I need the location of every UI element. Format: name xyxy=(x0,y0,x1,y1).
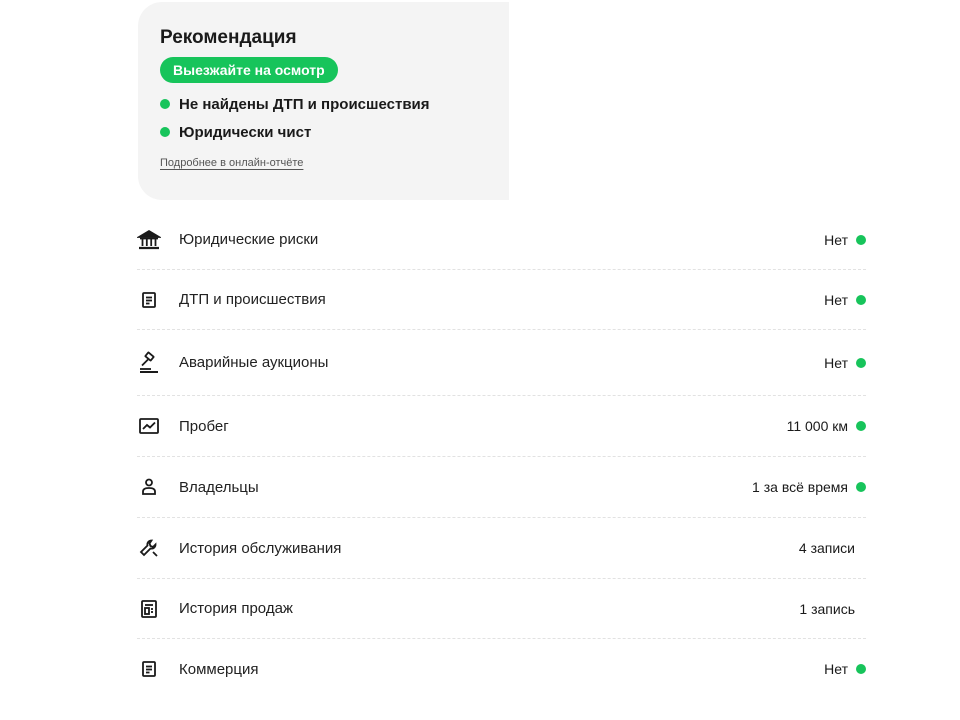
row-value-text: 1 за всё время xyxy=(752,479,848,495)
row-mileage[interactable]: Пробег 11 000 км xyxy=(137,396,866,457)
row-value-text: Нет xyxy=(824,231,848,248)
row-label: Коммерция xyxy=(179,660,259,678)
price-list-icon xyxy=(137,597,161,621)
document-icon xyxy=(137,288,161,312)
row-value: Нет xyxy=(824,292,866,308)
row-label: Владельцы xyxy=(179,478,259,496)
recommendation-card: Рекомендация Выезжайте на осмотр Не найд… xyxy=(138,2,509,200)
status-dot xyxy=(856,664,866,674)
row-value: 1 запись xyxy=(799,601,866,617)
row-owners[interactable]: Владельцы 1 за всё время xyxy=(137,457,866,518)
row-value-text: Нет xyxy=(824,354,848,371)
row-label: Юридические риски xyxy=(179,231,319,248)
person-icon xyxy=(137,475,161,499)
wrench-icon xyxy=(137,536,161,560)
status-dot xyxy=(856,234,866,245)
report-rows: Юридические риски Нет ДТП и происшествия… xyxy=(137,210,866,699)
gavel-icon xyxy=(137,351,161,375)
row-accidents[interactable]: ДТП и происшествия Нет xyxy=(137,270,866,330)
row-value: 4 записи xyxy=(799,540,866,556)
row-value-text: Нет xyxy=(824,291,848,308)
bank-icon xyxy=(137,228,161,252)
status-dot xyxy=(160,127,170,137)
row-value: Нет xyxy=(824,232,866,248)
row-value: 1 за всё время xyxy=(752,479,866,495)
status-dot xyxy=(856,421,866,431)
bullet-text: Не найдены ДТП и происшествия xyxy=(179,95,430,113)
row-service-history[interactable]: История обслуживания 4 записи xyxy=(137,518,866,579)
row-value-text: 4 записи xyxy=(798,540,855,556)
row-label: ДТП и происшествия xyxy=(179,291,326,308)
row-value: Нет xyxy=(824,661,866,677)
chart-icon xyxy=(137,414,161,438)
status-dot xyxy=(856,294,866,305)
row-value-text: 11 000 км xyxy=(786,418,848,434)
row-label: Аварийные аукционы xyxy=(179,354,329,371)
row-label: Пробег xyxy=(179,417,229,435)
online-report-link[interactable]: Подробнее в онлайн-отчёте xyxy=(160,157,303,169)
row-value: Нет xyxy=(824,355,866,371)
row-value-text: Нет xyxy=(824,661,848,677)
row-value-text: 1 запись xyxy=(799,600,855,617)
row-value: 11 000 км xyxy=(787,418,866,434)
row-label: История обслуживания xyxy=(179,539,342,557)
verdict-badge[interactable]: Выезжайте на осмотр xyxy=(160,57,338,83)
recommendation-title: Рекомендация xyxy=(160,27,297,48)
row-commercial-use[interactable]: Коммерция Нет xyxy=(137,639,866,699)
status-dot xyxy=(160,99,170,109)
row-sales-history[interactable]: История продаж 1 запись xyxy=(137,579,866,639)
status-dot xyxy=(856,357,866,368)
bullet-text: Юридически чист xyxy=(179,123,312,141)
row-salvage-auctions[interactable]: Аварийные аукционы Нет xyxy=(137,330,866,396)
document-icon xyxy=(137,657,161,681)
row-label: История продаж xyxy=(179,600,293,617)
status-dot xyxy=(856,482,866,492)
recommendation-bullet: Не найдены ДТП и происшествия xyxy=(160,95,509,113)
row-legal-risks[interactable]: Юридические риски Нет xyxy=(137,210,866,270)
recommendation-bullet: Юридически чист xyxy=(160,123,509,141)
